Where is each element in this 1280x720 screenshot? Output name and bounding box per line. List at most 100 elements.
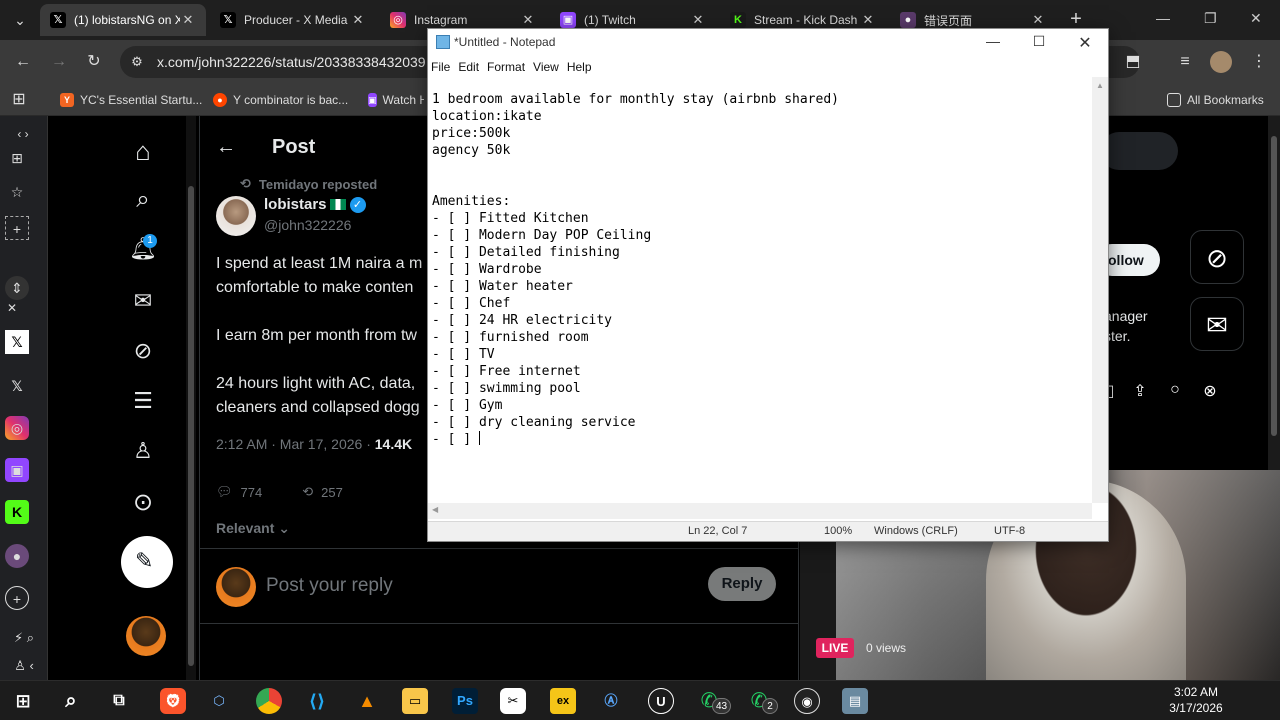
error-page-icon[interactable]: ● [5, 544, 29, 568]
close-panel-icon[interactable]: ✕ [0, 296, 24, 320]
menu-help[interactable]: Help [567, 60, 592, 74]
author-handle[interactable]: @john322226 [264, 217, 351, 233]
3d-box-icon[interactable]: ⬡ [206, 688, 232, 714]
search-box-edge[interactable] [1100, 132, 1178, 170]
author-avatar[interactable] [216, 196, 256, 236]
close-tab-icon[interactable]: ✕ [350, 12, 366, 28]
back-icon[interactable]: ← [12, 51, 34, 73]
notepad-title-bar[interactable]: *Untitled - Notepad — ☐ ✕ [428, 29, 1108, 57]
repost-note-text[interactable]: Temidayo reposted [259, 177, 377, 192]
tab-producer[interactable]: 𝕏 Producer - X Media ✕ [210, 4, 376, 36]
maximize-icon[interactable]: ☐ [1024, 33, 1054, 53]
search-icon[interactable]: ⌕ [128, 186, 158, 216]
x-app-icon[interactable]: 𝕏 [5, 330, 29, 354]
add-panel-icon[interactable]: + [5, 216, 29, 240]
photoshop-icon[interactable]: Ps [452, 688, 478, 714]
minimize-icon[interactable]: — [978, 33, 1008, 53]
more-icon[interactable]: ⊙ [128, 488, 158, 518]
twitch-icon[interactable]: ▣ [5, 458, 29, 482]
profile-icon[interactable]: ♙ [128, 438, 158, 468]
tab-search-chevron-icon[interactable]: ⌄ [8, 8, 32, 32]
extensions-icon[interactable]: ⬒ [1122, 51, 1144, 73]
capcut-icon[interactable]: ✂ [500, 688, 526, 714]
tab-grid-icon[interactable]: ⊞ [5, 146, 29, 170]
windows-start-icon[interactable]: ⊞ [10, 688, 36, 714]
grok-icon[interactable]: ⊘ [128, 338, 158, 368]
repost-action[interactable]: ⟲ 257 [302, 484, 343, 500]
chrome-icon[interactable] [256, 688, 282, 714]
scrollbar-thumb[interactable] [1271, 136, 1277, 436]
display-name[interactable]: lobistars [264, 196, 327, 213]
media-queue-icon[interactable]: ≡ [1174, 51, 1196, 73]
page-scrollbar[interactable] [186, 116, 196, 680]
messages-icon[interactable]: ✉ [128, 288, 158, 318]
menu-file[interactable]: File [431, 60, 450, 74]
account-avatar[interactable] [126, 616, 166, 656]
close-tab-icon[interactable]: ✕ [180, 12, 196, 28]
app-store-icon[interactable]: Ⓐ [598, 688, 624, 714]
vlc-icon[interactable]: ▲ [354, 688, 380, 714]
search-icon[interactable]: ⌕ [58, 688, 84, 714]
menu-format[interactable]: Format [487, 60, 525, 74]
profile-avatar-icon[interactable] [1210, 51, 1232, 73]
menu-kebab-icon[interactable]: ⋮ [1248, 51, 1270, 73]
comment-icon[interactable]: ○ [1165, 381, 1185, 401]
x-app-icon[interactable]: 𝕏 [5, 374, 29, 398]
menu-edit[interactable]: Edit [458, 60, 479, 74]
instagram-icon[interactable]: ◎ [5, 416, 29, 440]
scrollbar-thumb[interactable] [188, 186, 194, 666]
system-clock[interactable]: 3:02 AM 3/17/2026 [1166, 684, 1226, 716]
share-icon[interactable]: ⇪ [1130, 381, 1150, 401]
restore-icon[interactable]: ❐ [1204, 10, 1217, 27]
reply-button[interactable]: Reply [708, 567, 776, 601]
exness-icon[interactable]: ex [550, 688, 576, 714]
notepad-text-area[interactable]: 1 bedroom available for monthly stay (ai… [428, 91, 1092, 511]
bookmark-yc[interactable]: Y YC's Essential Startu... [60, 92, 202, 108]
obs-icon[interactable]: ◉ [794, 688, 820, 714]
menu-view[interactable]: View [533, 60, 559, 74]
home-icon[interactable]: ⌂ [128, 136, 158, 166]
brave-icon[interactable]: 🦁︎ [160, 688, 186, 714]
vscode-icon[interactable]: ⟨⟩ [304, 688, 330, 714]
lightning-search-icon[interactable]: ⚡ ⌕ [2, 626, 46, 650]
bookmark-watch[interactable]: ▣ Watch H [368, 92, 424, 108]
scroll-left-arrow-icon[interactable]: ◀ [432, 505, 438, 514]
all-bookmarks[interactable]: All Bookmarks [1167, 92, 1264, 108]
close-icon[interactable]: ✕ [1070, 33, 1100, 53]
forward-icon[interactable]: → [48, 51, 70, 73]
messages-float-icon[interactable]: ✉ [1190, 297, 1244, 351]
close-tab-icon[interactable]: ✕ [1030, 12, 1046, 28]
close-tab-icon[interactable]: ✕ [520, 12, 536, 28]
close-tab-icon[interactable]: ✕ [690, 12, 706, 28]
minimize-icon[interactable]: — [1156, 10, 1170, 26]
tweet-timestamp[interactable]: 2:12 AM · Mar 17, 2026 · [216, 436, 375, 452]
add-app-icon[interactable]: + [5, 586, 29, 610]
tab-lobistars[interactable]: 𝕏 (1) lobistarsNG on X ✕ [40, 4, 206, 36]
lists-icon[interactable]: ☰ [128, 388, 158, 418]
site-info-icon[interactable]: ⚙ [126, 51, 148, 73]
reply-action[interactable]: 💬︎ 774 [216, 484, 262, 500]
profile-collapse-icon[interactable]: ♙ ‹ [2, 654, 46, 678]
bookmark-star-icon[interactable]: ☆ [5, 180, 29, 204]
compose-post-button[interactable]: ✎ [121, 536, 173, 588]
side-nav-arrows-icon[interactable]: ‹ › [0, 122, 46, 146]
reply-input[interactable]: Post your reply [266, 575, 393, 597]
bookmark-ycombinator[interactable]: ● Y combinator is bac... [213, 92, 348, 108]
notepad-vertical-scrollbar[interactable]: ▲ [1092, 77, 1108, 503]
reload-icon[interactable]: ↻ [83, 51, 105, 73]
scroll-up-arrow-icon[interactable]: ▲ [1096, 81, 1104, 90]
close-circle-icon[interactable]: ⊗ [1200, 381, 1220, 401]
task-view-icon[interactable]: ⧉ [106, 688, 132, 714]
reply-sort-dropdown[interactable]: Relevant ⌄ [216, 520, 290, 537]
close-tab-icon[interactable]: ✕ [860, 12, 876, 28]
kick-icon[interactable]: K [5, 500, 29, 524]
file-explorer-icon[interactable]: ▭ [402, 688, 428, 714]
close-window-icon[interactable]: ✕ [1250, 10, 1262, 27]
notepad-taskbar-icon[interactable]: ▤ [842, 688, 868, 714]
grok-float-icon[interactable]: ⊘ [1190, 230, 1244, 284]
author-name[interactable]: lobistars ✓ [264, 196, 366, 213]
notepad-horizontal-scrollbar[interactable]: ◀ [428, 503, 1092, 519]
url-text[interactable]: x.com/john322226/status/20338338432039 [157, 54, 426, 70]
apps-grid-icon[interactable]: ⊞ [8, 89, 30, 111]
back-arrow-icon[interactable]: ← [216, 136, 236, 159]
